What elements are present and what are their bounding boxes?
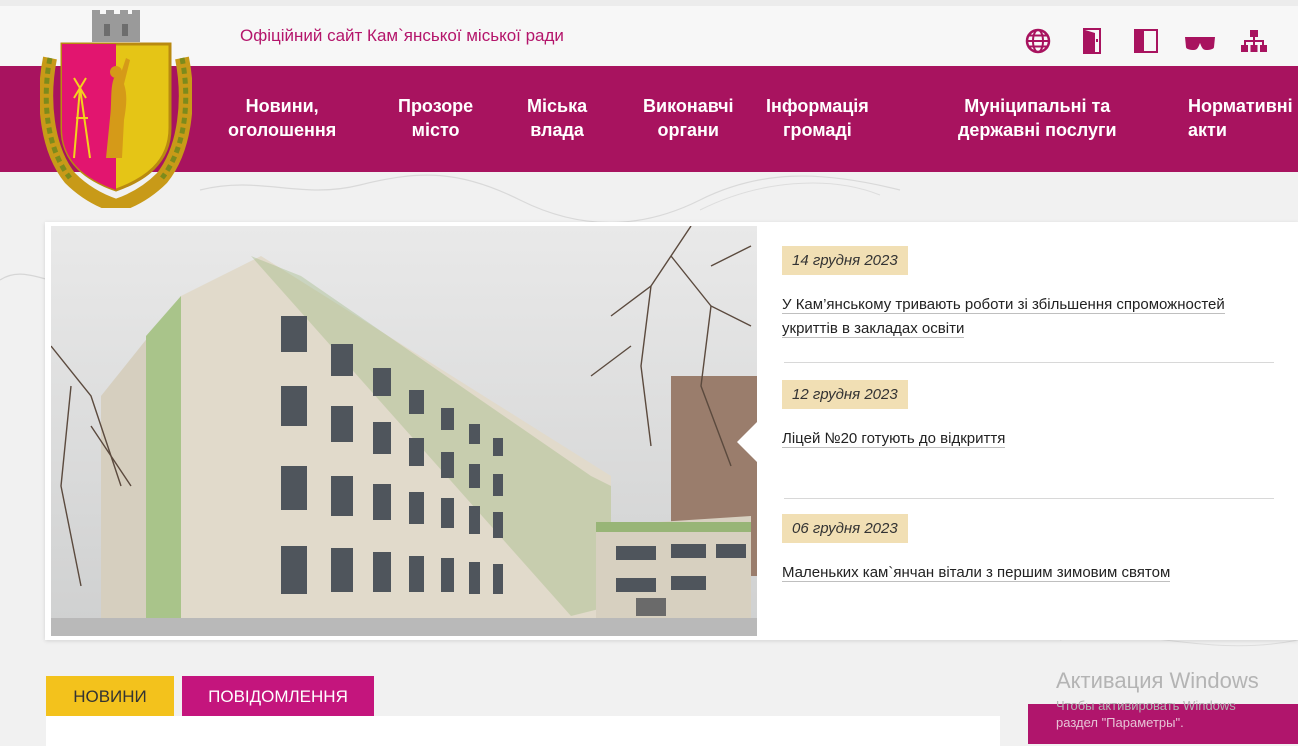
site-title[interactable]: Офіційний сайт Кам`янської міської ради	[240, 26, 564, 46]
nav-item-regulations[interactable]: Нормативні акти	[1188, 94, 1298, 142]
top-bar: Офіційний сайт Кам`янської міської ради	[0, 0, 1298, 66]
news-title-link[interactable]: У Кам’янському тривають роботи зі збільш…	[782, 296, 1225, 338]
contrast-icon[interactable]	[1130, 28, 1162, 54]
tab-news[interactable]: НОВИНИ	[46, 676, 174, 716]
globe-icon[interactable]	[1022, 28, 1054, 54]
news-entry[interactable]: 06 грудня 2023 Маленьких кам`янчан вітал…	[782, 514, 1274, 585]
accessibility-toolbar	[1022, 28, 1270, 54]
windows-activation-watermark: Активация Windows Чтобы активировать Win…	[1056, 668, 1259, 730]
nav-item-city-authority[interactable]: Міська влада	[527, 94, 587, 142]
news-entry[interactable]: 14 грудня 2023 У Кам’янському тривають р…	[782, 246, 1274, 341]
tab-content-panel	[46, 716, 1000, 746]
nav-item-transparent-city[interactable]: Прозоре місто	[398, 94, 473, 142]
activation-line-1: Чтобы активировать Windows	[1056, 698, 1236, 713]
news-date: 14 грудня 2023	[782, 246, 908, 275]
coat-of-arms-logo[interactable]	[40, 8, 192, 208]
news-slider: 14 грудня 2023 У Кам’янському тривають р…	[45, 222, 1298, 640]
news-divider	[784, 498, 1274, 499]
slider-photo-school[interactable]	[51, 226, 757, 636]
tab-messages[interactable]: ПОВІДОМЛЕННЯ	[182, 676, 374, 716]
news-date: 12 грудня 2023	[782, 380, 908, 409]
sitemap-icon[interactable]	[1238, 28, 1270, 54]
nav-item-news[interactable]: Новини, оголошення	[228, 94, 336, 142]
news-title-link[interactable]: Ліцей №20 готують до відкриття	[782, 430, 1006, 448]
news-entry[interactable]: 12 грудня 2023 Ліцей №20 готують до відк…	[782, 380, 1274, 451]
news-divider	[784, 362, 1274, 363]
news-title-link[interactable]: Маленьких кам`янчан вітали з першим зимо…	[782, 564, 1171, 582]
slider-pointer	[737, 422, 757, 462]
nav-item-community-info[interactable]: Інформація громаді	[766, 94, 869, 142]
news-date: 06 грудня 2023	[782, 514, 908, 543]
activation-title: Активация Windows	[1056, 668, 1259, 693]
nav-item-executive-bodies[interactable]: Виконавчі органи	[643, 94, 734, 142]
glasses-icon[interactable]	[1184, 28, 1216, 54]
door-exit-icon[interactable]	[1076, 28, 1108, 54]
activation-line-2: раздел "Параметры".	[1056, 715, 1184, 730]
nav-item-services[interactable]: Муніципальні та державні послуги	[958, 94, 1117, 142]
main-navigation: Новини, оголошення Прозоре місто Міська …	[0, 66, 1298, 172]
